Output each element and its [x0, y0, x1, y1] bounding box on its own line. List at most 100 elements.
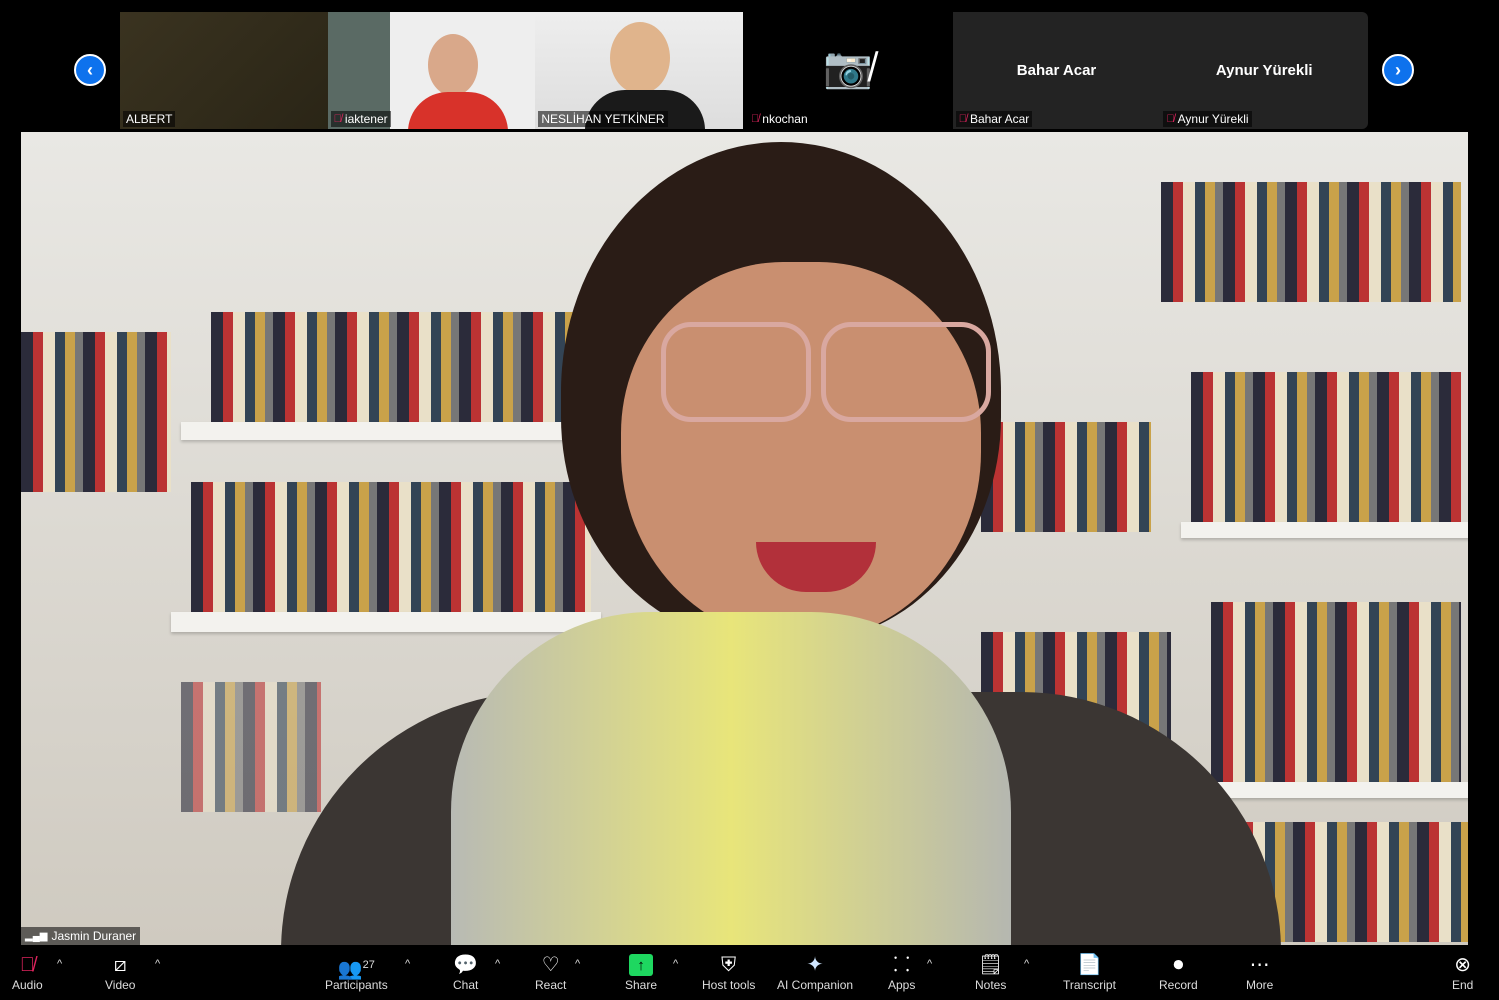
participant-strip: ALBERT 🎙̸ iaktener NESLİHAN YETKİNER 📷̸ 🎙… — [120, 12, 1369, 129]
audio-button[interactable]: 🎙̸ Audio — [12, 952, 43, 992]
video-button[interactable]: ⧄ Video — [105, 952, 135, 992]
participant-tile-neslihan[interactable]: NESLİHAN YETKİNER — [535, 12, 744, 129]
record-label: Record — [1159, 978, 1198, 992]
shelf — [1201, 782, 1468, 798]
notes-label: Notes — [975, 978, 1007, 992]
meeting-toolbar: 🎙̸ Audio ^ ⧄ Video ^ 👥27 Participants ^ 💬 Ch… — [0, 946, 1499, 1000]
shield-icon: ⛨ — [721, 954, 737, 976]
video-label: Video — [105, 978, 136, 992]
apps-label: Apps — [888, 978, 916, 992]
participants-icon: 👥27 — [337, 958, 375, 981]
bookshelf-books — [1161, 182, 1461, 302]
end-label: End — [1452, 978, 1474, 992]
participants-count: 27 — [362, 959, 375, 971]
mic-off-icon: 🎙̸ — [333, 113, 342, 125]
apps-icon: ⸬ — [893, 954, 910, 976]
chat-label: Chat — [453, 978, 479, 992]
chevron-right-icon: › — [1395, 59, 1401, 80]
bookshelf-books — [981, 422, 1151, 532]
participants-options-caret[interactable]: ^ — [405, 958, 410, 970]
chat-button[interactable]: 💬 Chat — [453, 952, 478, 992]
next-page-button[interactable]: › — [1382, 54, 1414, 86]
participant-face — [610, 22, 671, 94]
participant-tile-aynur-yurekli[interactable]: Aynur Yürekli 🎙̸ Aynur Yürekli — [1160, 12, 1369, 129]
participant-shirt — [407, 92, 508, 129]
end-icon: ⊗ — [1454, 954, 1472, 976]
notes-button[interactable]: 🗒 Notes — [975, 952, 1006, 992]
participant-label: 🎙̸ Aynur Yürekli — [1163, 111, 1252, 127]
participant-tile-albert[interactable]: ALBERT — [120, 12, 328, 129]
share-options-caret[interactable]: ^ — [673, 958, 678, 970]
heart-icon: ♡ — [541, 954, 560, 976]
notes-options-caret[interactable]: ^ — [1024, 958, 1029, 970]
participant-face — [427, 34, 478, 96]
mic-off-icon: 🎙̸ — [958, 113, 967, 125]
ai-companion-label: AI Companion — [777, 978, 854, 992]
participant-name: NESLİHAN YETKİNER — [541, 112, 665, 126]
notes-icon: 🗒 — [977, 954, 1004, 976]
audio-label: Audio — [12, 978, 43, 992]
bookshelf-books — [211, 312, 591, 422]
host-tools-button[interactable]: ⛨ Host tools — [702, 952, 755, 992]
chat-options-caret[interactable]: ^ — [495, 958, 500, 970]
participant-display-name: Aynur Yürekli — [1215, 62, 1313, 79]
bookshelf-books — [181, 682, 321, 812]
participant-tile-nkochan[interactable]: 📷̸ 🎙̸ nkochan — [745, 12, 953, 129]
participant-name: Bahar Acar — [969, 112, 1030, 126]
participants-label: Participants — [325, 978, 388, 992]
apps-button[interactable]: ⸬ Apps — [888, 952, 915, 992]
share-button[interactable]: ↑ Share — [625, 952, 657, 992]
mic-off-icon: 🎙̸ — [1166, 113, 1175, 125]
video-off-icon: ⧄ — [113, 954, 127, 976]
shelf — [181, 422, 601, 440]
transcript-label: Transcript — [1063, 978, 1116, 992]
speaker-name-badge: ▂▄▆ Jasmin Duraner — [21, 927, 141, 945]
shelf — [1181, 522, 1468, 538]
react-options-caret[interactable]: ^ — [575, 958, 580, 970]
speaker-glasses — [661, 322, 811, 422]
transcript-button[interactable]: 📄 Transcript — [1063, 952, 1116, 992]
camera-off-icon: 📷̸ — [823, 46, 873, 90]
participant-tile-bahar-acar[interactable]: Bahar Acar 🎙̸ Bahar Acar — [952, 12, 1161, 129]
participant-label: NESLİHAN YETKİNER — [538, 111, 668, 127]
bookshelf-books — [21, 332, 171, 492]
record-button[interactable]: ⏺ Record — [1159, 952, 1198, 992]
speaker-glasses — [821, 322, 991, 422]
video-options-caret[interactable]: ^ — [155, 958, 160, 970]
more-button[interactable]: ⋯ More — [1246, 952, 1273, 992]
chevron-left-icon: ‹ — [87, 59, 93, 80]
bookshelf-books — [191, 482, 591, 612]
participant-name: iaktener — [344, 112, 388, 126]
host-tools-label: Host tools — [702, 978, 756, 992]
apps-options-caret[interactable]: ^ — [927, 958, 932, 970]
audio-options-caret[interactable]: ^ — [57, 958, 62, 970]
more-icon: ⋯ — [1249, 954, 1270, 976]
bookshelf-books — [1191, 372, 1461, 522]
participant-label: 🎙̸ Bahar Acar — [955, 111, 1033, 127]
participant-tile-iaktener[interactable]: 🎙̸ iaktener — [327, 12, 536, 129]
speaker-name: Jasmin Duraner — [51, 929, 137, 943]
share-arrow-icon: ↑ — [629, 954, 654, 976]
transcript-icon: 📄 — [1077, 954, 1102, 976]
participants-button[interactable]: 👥27 Participants — [325, 952, 388, 992]
participant-name: Aynur Yürekli — [1177, 112, 1249, 126]
speaker-scarf — [451, 612, 1011, 945]
react-button[interactable]: ♡ React — [535, 952, 566, 992]
record-icon: ⏺ — [1173, 954, 1184, 976]
sparkle-icon: ✦ — [806, 954, 824, 976]
shelf — [171, 612, 601, 632]
previous-page-button[interactable]: ‹ — [74, 54, 106, 86]
active-speaker-video: ▂▄▆ Jasmin Duraner — [21, 132, 1468, 945]
mic-off-icon: 🎙̸ — [751, 113, 760, 125]
participant-display-name: Bahar Acar — [1016, 62, 1097, 79]
participant-label: 🎙̸ nkochan — [748, 111, 811, 127]
participant-name: ALBERT — [126, 112, 173, 126]
end-meeting-button[interactable]: ⊗ End — [1452, 952, 1473, 992]
react-label: React — [535, 978, 567, 992]
ai-companion-button[interactable]: ✦ AI Companion — [777, 952, 853, 992]
participant-name: nkochan — [762, 112, 808, 126]
participant-label: 🎙̸ iaktener — [330, 111, 391, 127]
share-label: Share — [625, 978, 658, 992]
signal-strength-icon: ▂▄▆ — [25, 930, 48, 942]
chat-icon: 💬 — [453, 954, 479, 976]
